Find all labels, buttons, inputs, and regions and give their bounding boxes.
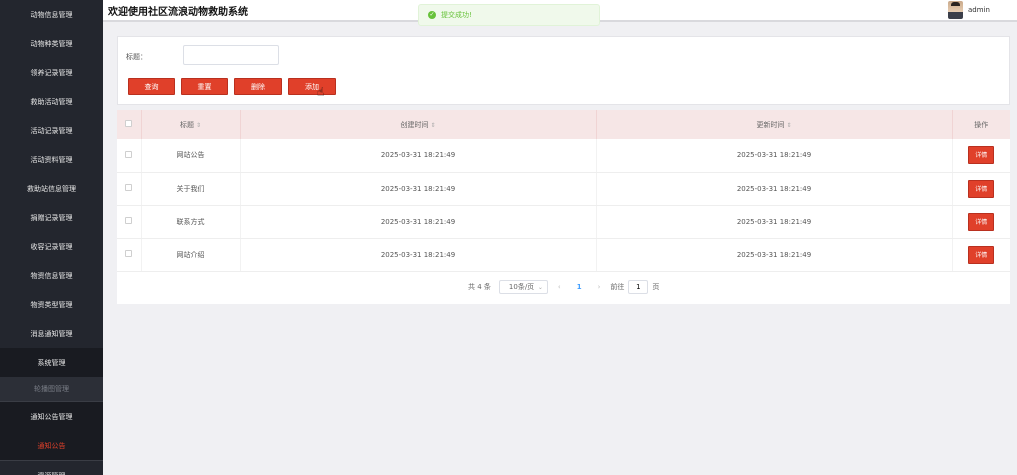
page-title: 欢迎使用社区流浪动物救助系统 xyxy=(108,7,248,18)
sidebar-item-supplies-info[interactable]: 物资信息管理 xyxy=(0,261,103,290)
goto-page-input[interactable] xyxy=(628,280,649,294)
page-suffix: 页 xyxy=(652,283,660,291)
cell-updated: 2025-03-31 18:21:49 xyxy=(596,205,953,239)
announcement-table: 标题 ⇕ 创建时间 ⇕ 更新时间 ⇕ 操作 网站公告 2025-03-31 18:21… xyxy=(117,110,1010,304)
check-circle-icon: ✓ xyxy=(428,11,436,19)
current-page[interactable]: 1 xyxy=(577,283,582,291)
sidebar-item-announcements[interactable]: 通知公告 xyxy=(0,431,103,460)
delete-button[interactable]: 删除 xyxy=(234,78,282,95)
table-row: 联系方式 2025-03-31 18:21:49 2025-03-31 18:2… xyxy=(117,205,1010,239)
detail-button[interactable]: 详情 xyxy=(968,179,995,198)
total-count: 共 4 条 xyxy=(468,283,491,291)
detail-button[interactable]: 详情 xyxy=(968,146,995,165)
sidebar-item-supplies-type[interactable]: 物资类型管理 xyxy=(0,290,103,319)
column-header-actions: 操作 xyxy=(952,110,1010,139)
goto-label: 前往 xyxy=(610,283,625,291)
table-row: 网站介绍 2025-03-31 18:21:49 2025-03-31 18:2… xyxy=(117,238,1010,272)
toast-message: 提交成功! xyxy=(441,11,472,19)
sidebar-item-activity-records[interactable]: 活动记录管理 xyxy=(0,116,103,145)
success-toast: ✓ 提交成功! xyxy=(418,4,600,26)
row-checkbox[interactable] xyxy=(125,217,133,224)
add-button[interactable]: 添加 xyxy=(288,78,336,95)
sidebar-item-rescue-station[interactable]: 救助站信息管理 xyxy=(0,174,103,203)
sidebar-item-animal-info[interactable]: 动物信息管理 xyxy=(0,0,103,29)
cell-updated: 2025-03-31 18:21:49 xyxy=(596,172,953,206)
row-checkbox[interactable] xyxy=(125,150,133,158)
sidebar-item-rescue-activities[interactable]: 救助活动管理 xyxy=(0,87,103,116)
chevron-down-icon: ⌄ xyxy=(537,283,543,291)
column-header-updated[interactable]: 更新时间 ⇕ xyxy=(596,110,953,139)
detail-button[interactable]: 详情 xyxy=(968,212,995,231)
sidebar-item-system[interactable]: 系统管理 xyxy=(0,348,103,377)
sidebar-item-donation-records[interactable]: 捐赠记录管理 xyxy=(0,203,103,232)
cell-title: 联系方式 xyxy=(141,205,241,239)
table-row: 关于我们 2025-03-31 18:21:49 2025-03-31 18:2… xyxy=(117,172,1010,206)
prev-page-button[interactable]: ‹ xyxy=(558,283,561,291)
search-panel: 标题： 查询 重置 删除 添加 xyxy=(117,36,1010,105)
row-checkbox[interactable] xyxy=(125,184,133,191)
title-search-input[interactable] xyxy=(183,45,279,65)
select-all-checkbox[interactable] xyxy=(125,120,133,127)
avatar[interactable] xyxy=(948,1,963,19)
next-page-button[interactable]: › xyxy=(598,283,601,291)
page-size-select[interactable]: 10条/页 ⌄ xyxy=(498,280,548,294)
column-header-created[interactable]: 创建时间 ⇕ xyxy=(240,110,597,139)
table-row: 网站公告 2025-03-31 18:21:49 2025-03-31 18:2… xyxy=(117,139,1010,173)
sidebar-item-carousel[interactable]: 轮播图管理 xyxy=(0,377,103,401)
row-checkbox[interactable] xyxy=(125,250,133,257)
sort-icon[interactable]: ⇕ xyxy=(786,122,791,129)
sort-icon[interactable]: ⇕ xyxy=(196,122,201,129)
sidebar-item-adoption-records[interactable]: 领养记录管理 xyxy=(0,58,103,87)
cell-created: 2025-03-31 18:21:49 xyxy=(240,205,597,239)
sidebar-item-announcement-management[interactable]: 通知公告管理 xyxy=(0,402,103,431)
query-button[interactable]: 查询 xyxy=(128,78,175,95)
sidebar-item-notifications[interactable]: 消息通知管理 xyxy=(0,319,103,348)
sidebar-item-animal-species[interactable]: 动物种类管理 xyxy=(0,29,103,58)
cell-created: 2025-03-31 18:21:49 xyxy=(240,139,597,173)
cell-created: 2025-03-31 18:21:49 xyxy=(240,172,597,206)
title-filter-label: 标题： xyxy=(126,53,147,61)
sidebar-item-shelter-records[interactable]: 收容记录管理 xyxy=(0,232,103,261)
table-header-row: 标题 ⇕ 创建时间 ⇕ 更新时间 ⇕ 操作 xyxy=(117,110,1010,139)
cell-created: 2025-03-31 18:21:49 xyxy=(240,238,597,272)
select-all-cell xyxy=(117,110,142,139)
cell-updated: 2025-03-31 18:21:49 xyxy=(596,238,953,272)
username-label[interactable]: admin xyxy=(968,6,990,14)
cell-title: 网站公告 xyxy=(141,139,241,173)
sort-icon[interactable]: ⇕ xyxy=(430,122,435,129)
sidebar-item-activity-materials[interactable]: 活动资料管理 xyxy=(0,145,103,174)
column-header-title[interactable]: 标题 ⇕ xyxy=(141,110,241,139)
cell-title: 关于我们 xyxy=(141,172,241,206)
cell-updated: 2025-03-31 18:21:49 xyxy=(596,139,953,173)
detail-button[interactable]: 详情 xyxy=(968,245,995,264)
reset-button[interactable]: 重置 xyxy=(181,78,228,95)
cell-title: 网站介绍 xyxy=(141,238,241,272)
pagination: 共 4 条 10条/页⌄ ‹ 1 › 前往 页 xyxy=(468,280,659,294)
sidebar-item-resources[interactable]: 资源管理 xyxy=(0,461,103,475)
sidebar: 动物信息管理 动物种类管理 领养记录管理 救助活动管理 活动记录管理 活动资料管… xyxy=(0,0,103,475)
mouse-cursor-icon: ☝ xyxy=(317,85,325,99)
